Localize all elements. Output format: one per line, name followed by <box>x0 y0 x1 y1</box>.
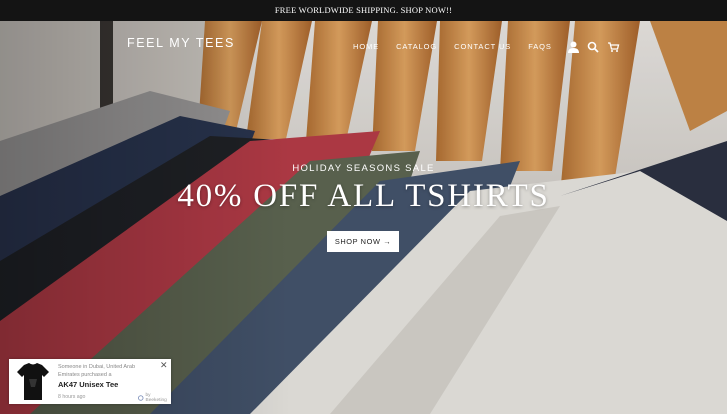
nav-faqs[interactable]: FAQS <box>528 42 552 51</box>
cart-icon[interactable] <box>607 40 620 52</box>
announcement-bar[interactable]: FREE WORLDWIDE SHIPPING. SHOP NOW!! <box>0 0 727 21</box>
purchase-time: 8 hours ago <box>58 394 86 400</box>
credit-text: by Beeketing <box>145 393 167 403</box>
store-logo[interactable]: FEEL MY TEES <box>127 36 235 50</box>
product-thumbnail[interactable] <box>11 361 55 402</box>
nav-home[interactable]: HOME <box>353 42 379 51</box>
hero-headline: 40% OFF ALL TSHIRTS <box>177 178 550 214</box>
hero-eyebrow: HOLIDAY SEASONS SALE <box>292 163 435 174</box>
sales-notification-popup[interactable]: Someone in Dubai, United Arab Emirates p… <box>9 359 171 404</box>
shop-now-button[interactable]: SHOP NOW → <box>327 231 399 252</box>
product-name[interactable]: AK47 Unisex Tee <box>58 380 118 389</box>
purchase-message: Someone in Dubai, United Arab Emirates p… <box>58 364 136 378</box>
main-nav: HOME CATALOG CONTACT US FAQS <box>353 40 620 53</box>
hero-banner: FEEL MY TEES HOME CATALOG CONTACT US FAQ… <box>0 21 727 414</box>
search-icon[interactable] <box>587 40 600 53</box>
nav-catalog[interactable]: CATALOG <box>396 42 437 51</box>
account-icon[interactable] <box>567 40 580 53</box>
nav-contact-us[interactable]: CONTACT US <box>454 42 511 51</box>
hero-overlay <box>0 21 727 414</box>
beeketing-credit: by Beeketing <box>138 393 171 403</box>
announcement-text[interactable]: FREE WORLDWIDE SHIPPING. SHOP NOW!! <box>275 5 452 15</box>
header-icons <box>567 40 620 53</box>
close-icon[interactable]: ✕ <box>160 361 168 370</box>
beeketing-logo-icon <box>138 395 144 401</box>
